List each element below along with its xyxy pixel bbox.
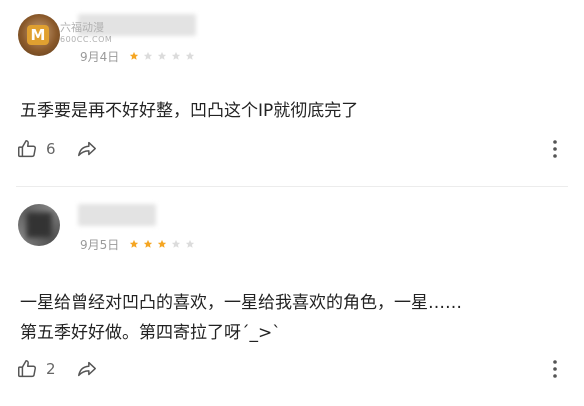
star-icon	[185, 239, 195, 249]
comment-item: 9月5日 一星给曾经对凹凸的喜欢，一星给我喜欢的角色，一星…… 第五季好好做。第…	[0, 188, 584, 406]
star-icon	[157, 51, 167, 61]
star-icon	[129, 51, 139, 61]
star-icon	[157, 239, 167, 249]
thumbs-up-icon	[16, 138, 38, 160]
like-count: 6	[46, 140, 56, 158]
comment-text: 一星给曾经对凹凸的喜欢，一星给我喜欢的角色，一星…… 第五季好好做。第四寄拉了呀…	[20, 293, 462, 343]
avatar[interactable]: M	[18, 14, 60, 56]
star-icon	[129, 239, 139, 249]
comment-actions: 6	[16, 136, 568, 162]
more-options-button[interactable]	[552, 139, 558, 159]
like-button[interactable]: 2	[16, 358, 56, 380]
avatar[interactable]	[18, 204, 60, 246]
username-blurred[interactable]	[78, 204, 156, 226]
comment-item: M 六福动漫 600CC.COM 9月4日 五季要是再不好好整，凹凸这个IP就彻…	[0, 0, 584, 188]
more-options-button[interactable]	[552, 359, 558, 379]
comment-meta: 9月5日	[80, 236, 195, 252]
comment-date: 9月4日	[80, 49, 120, 64]
star-icon	[171, 51, 181, 61]
star-icon	[143, 51, 153, 61]
star-icon	[185, 51, 195, 61]
star-rating	[129, 51, 195, 61]
like-button[interactable]: 6	[16, 138, 56, 160]
share-arrow-icon	[76, 138, 98, 160]
logo-icon: M	[27, 25, 49, 45]
star-icon	[171, 239, 181, 249]
comment-actions: 2	[16, 356, 568, 382]
share-arrow-icon	[76, 358, 98, 380]
watermark: 六福动漫 600CC.COM	[60, 22, 112, 46]
vertical-ellipsis-icon	[552, 139, 558, 159]
share-button[interactable]	[76, 138, 98, 160]
like-count: 2	[46, 360, 56, 378]
divider	[16, 186, 568, 187]
thumbs-up-icon	[16, 358, 38, 380]
avatar-blurred	[26, 212, 52, 238]
star-icon	[143, 239, 153, 249]
watermark-text: 六福动漫	[60, 21, 104, 34]
watermark-subtext: 600CC.COM	[60, 35, 113, 44]
comment-meta: 9月4日	[80, 48, 195, 64]
comment-text: 五季要是再不好好整，凹凸这个IP就彻底完了	[20, 101, 359, 121]
share-button[interactable]	[76, 358, 98, 380]
comment-date: 9月5日	[80, 237, 120, 252]
vertical-ellipsis-icon	[552, 359, 558, 379]
star-rating	[129, 239, 195, 249]
